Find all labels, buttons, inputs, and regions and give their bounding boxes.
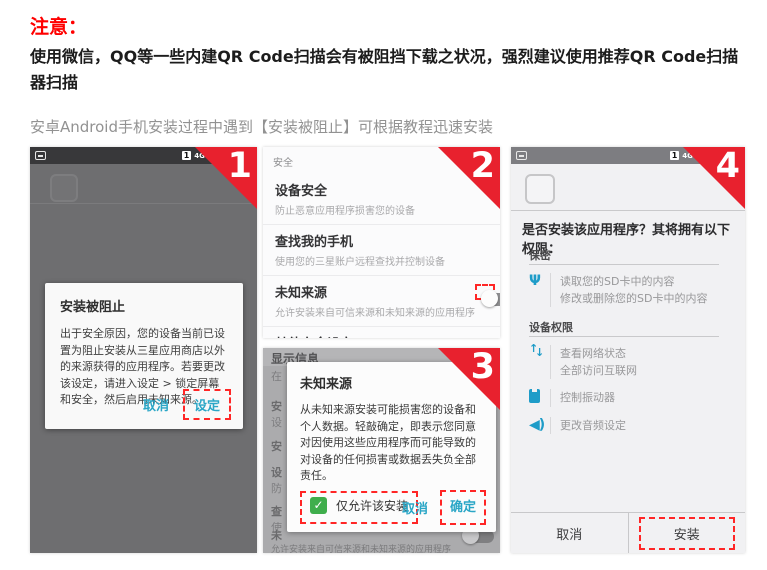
ok-button[interactable]: 确定 [450, 500, 476, 515]
cancel-button[interactable]: 取消 [402, 498, 428, 517]
page-subtitle: 安卓Android手机安装过程中遇到【安装被阻止】可根据教程迅速安装 [30, 116, 745, 137]
tutorial-page: 注意： 使用微信，QQ等一些内建QR Code扫描会有被阻挡下载之状况，强烈建议… [0, 0, 767, 570]
dimmed-text: 允许安装来自可信来源和未知来源的应用程序 [271, 542, 451, 553]
dimmed-text: 安 [271, 438, 282, 454]
installer-button-bar: 取消 安装 [511, 512, 745, 553]
audio-icon: ◀) [529, 417, 551, 434]
notification-count-badge: 1 [182, 151, 192, 160]
dialog-body: 从未知来源安装可能损害您的设备和个人数据。轻敲确定，即表示您同意对因使用这些应用… [300, 402, 483, 485]
screenshot-step4: 1 4G 7 是否安装该应用程序？其将拥有以下权限： 保密 Ψ 读取您的SD卡中… [511, 147, 745, 553]
permission-row-audio: ◀) 更改音频设定 [529, 417, 626, 434]
settings-item-find-my-phone[interactable]: 查找我的手机 使用您的三星账户远程查找并控制设备 [263, 225, 500, 276]
usb-icon: Ψ [529, 273, 551, 307]
dimmed-text: 设 [271, 464, 282, 480]
screenshot-step2: 安全 设备安全 防止恶意应用程序损害您的设备 查找我的手机 使用您的三星账户远程… [263, 147, 500, 338]
dimmed-text: 未 [271, 527, 282, 543]
step-badge-4: 4 [683, 147, 745, 209]
settings-item-unknown-sources[interactable]: 未知来源 允许安装来自可信来源和未知来源的应用程序 [263, 276, 500, 327]
permission-row-network: ↑↓ 查看网络状态 全部访问互联网 [529, 345, 637, 379]
app-icon-placeholder [525, 174, 555, 204]
highlight-box: 设定 [183, 389, 231, 420]
dimmed-text: 查 [271, 503, 282, 519]
highlight-box: 安装 [639, 517, 735, 550]
notification-icon [516, 151, 527, 160]
dimmed-text: 安 [271, 398, 282, 414]
divider [529, 336, 719, 337]
install-blocked-dialog: 安装被阻止 出于安全原因，您的设备当前已设置为阻止安装从三星应用商店以外的来源获… [45, 283, 243, 429]
highlight-box: ✓ 仅允许该安装 [300, 491, 418, 524]
step-badge-2: 2 [438, 147, 500, 209]
highlight-box: 确定 [440, 490, 486, 525]
highlight-box [475, 284, 495, 300]
step-badge-3: 3 [438, 348, 500, 410]
divider [529, 264, 719, 265]
install-button[interactable]: 安装 [674, 528, 700, 543]
step-badge-1: 1 [195, 147, 257, 209]
dialog-title: 安装被阻止 [60, 296, 228, 315]
settings-button[interactable]: 设定 [194, 399, 220, 414]
network-arrows-icon: ↑↓ [529, 345, 551, 379]
permission-row-vibrate: 控制振动器 [529, 389, 615, 407]
dimmed-text: 设 [271, 414, 282, 430]
section-header-privacy: 保密 [529, 247, 551, 263]
permission-row-sdcard: Ψ 读取您的SD卡中的内容 修改或删除您的SD卡中的内容 [529, 273, 707, 307]
notice-body: 使用微信，QQ等一些内建QR Code扫描会有被阻挡下载之状况，强烈建议使用推荐… [30, 44, 745, 96]
checkbox-label: 仅允许该安装 [336, 497, 408, 514]
checkbox-checked-icon[interactable]: ✓ [310, 497, 327, 514]
divider [511, 210, 745, 211]
notification-icon [35, 151, 46, 160]
install-question-title: 是否安装该应用程序？其将拥有以下权限： [522, 219, 737, 257]
app-icon-placeholder [50, 174, 78, 202]
screenshot-step3: 显示信息 在 安 设 安 设 防 查 使 未 允许安装来自可信来源和未知来源的应… [263, 348, 500, 553]
section-header-device-permissions: 设备权限 [529, 319, 573, 335]
notice-title: 注意： [30, 12, 87, 39]
cancel-button[interactable]: 取消 [143, 395, 169, 414]
dimmed-text: 在 [271, 368, 282, 384]
vibrate-icon [529, 389, 551, 407]
dimmed-text: 防 [271, 480, 282, 496]
notification-count-badge: 1 [670, 151, 680, 160]
screenshot-step1: 1 4G 7 安装被阻止 出于安全原因，您的设备当前已设置为阻止安装从三星应用商… [30, 147, 257, 553]
settings-item-other-security[interactable]: 其他安全设定 更改安全更新和证书存储等其他安全设定 [263, 327, 500, 338]
cancel-button[interactable]: 取消 [511, 513, 629, 553]
